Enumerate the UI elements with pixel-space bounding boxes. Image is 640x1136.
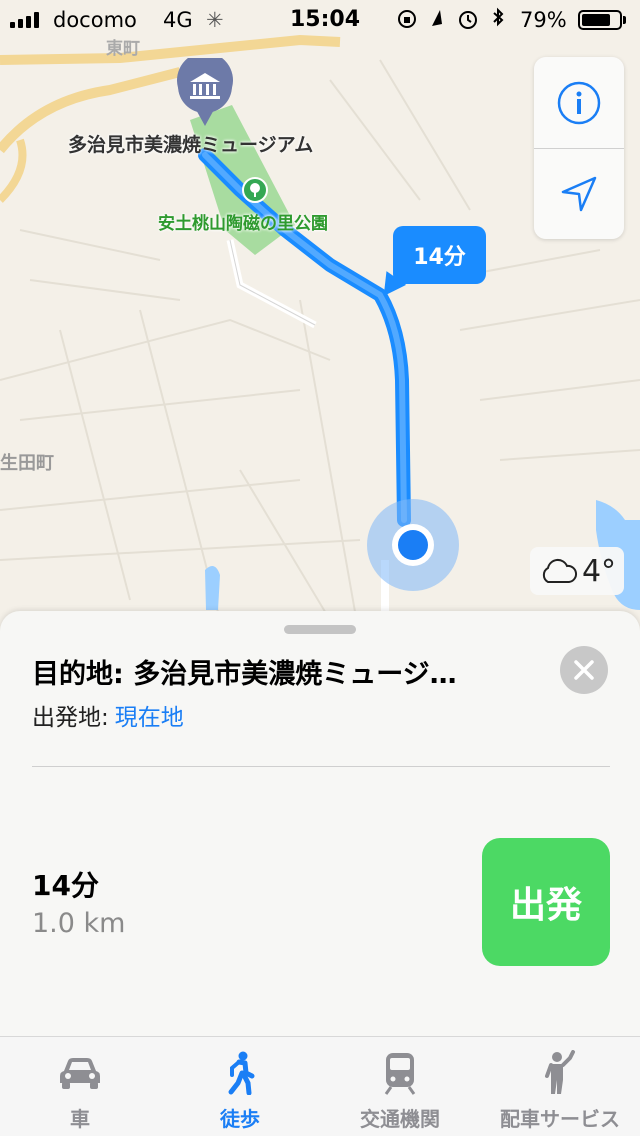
museum-label[interactable]: 多治見市美濃焼ミュージアム bbox=[68, 130, 313, 157]
location-arrow-icon bbox=[561, 176, 597, 212]
clock: 15:04 bbox=[290, 7, 361, 32]
carrier-name: docomo bbox=[53, 8, 137, 32]
weather-badge: 4° bbox=[530, 547, 624, 595]
map-controls bbox=[534, 57, 624, 239]
status-bar: docomo 4G ✳ 15:04 79% bbox=[0, 0, 640, 40]
park-tree-icon[interactable] bbox=[242, 177, 268, 203]
tab-walk-label: 徒歩 bbox=[220, 1107, 260, 1131]
status-icons bbox=[398, 6, 518, 37]
museum-pin-icon[interactable] bbox=[176, 52, 234, 128]
car-icon bbox=[60, 1058, 100, 1089]
origin-link[interactable]: 現在地 bbox=[115, 705, 184, 731]
signal-strength-icon bbox=[10, 12, 39, 28]
tab-car-label: 車 bbox=[70, 1107, 90, 1131]
battery-percent: 79% bbox=[520, 8, 567, 32]
route-duration[interactable]: 14分 bbox=[32, 864, 99, 904]
origin-prefix: 出発地: bbox=[32, 705, 109, 731]
route-distance: 1.0 km bbox=[32, 908, 126, 939]
weather-temperature: 4° bbox=[581, 553, 617, 589]
person-hail-icon bbox=[545, 1050, 575, 1094]
directions-sheet: 目的地: 多治見市美濃焼ミュージ… 出発地: 現在地 14分 1.0 km 出発 bbox=[0, 611, 640, 1036]
sheet-grabber[interactable] bbox=[284, 625, 356, 634]
tab-ride[interactable]: 配車サービス bbox=[480, 1037, 640, 1136]
close-button[interactable] bbox=[560, 646, 608, 694]
divider bbox=[32, 766, 610, 767]
network-type: 4G bbox=[163, 8, 193, 32]
go-button[interactable]: 出発 bbox=[482, 838, 610, 966]
park-label[interactable]: 安土桃山陶磁の里公園 bbox=[158, 209, 328, 234]
activity-spinner-icon: ✳ bbox=[206, 8, 224, 32]
info-button[interactable] bbox=[534, 57, 624, 148]
cloud-icon bbox=[542, 558, 578, 583]
tab-transit-label: 交通機関 bbox=[360, 1107, 440, 1131]
battery-icon bbox=[578, 10, 622, 30]
location-button[interactable] bbox=[534, 148, 624, 239]
tab-ride-label: 配車サービス bbox=[500, 1107, 620, 1131]
tab-car[interactable]: 車 bbox=[0, 1037, 160, 1136]
route-eta-callout[interactable]: 14分 bbox=[393, 226, 486, 284]
origin-row: 出発地: 現在地 bbox=[32, 698, 184, 732]
town-label-left: 生田町 bbox=[0, 453, 54, 474]
destination-title: 目的地: 多治見市美濃焼ミュージ… bbox=[32, 659, 457, 690]
status-glyphs-icon bbox=[398, 7, 504, 29]
tab-walk[interactable]: 徒歩 bbox=[160, 1037, 320, 1136]
close-icon bbox=[574, 660, 594, 680]
tab-transit[interactable]: 交通機関 bbox=[320, 1037, 480, 1136]
info-icon bbox=[557, 81, 601, 124]
transport-mode-tabbar: 車 徒歩 交通機関 配車サービス bbox=[0, 1036, 640, 1136]
train-icon bbox=[384, 1053, 416, 1095]
walk-icon bbox=[228, 1051, 255, 1095]
